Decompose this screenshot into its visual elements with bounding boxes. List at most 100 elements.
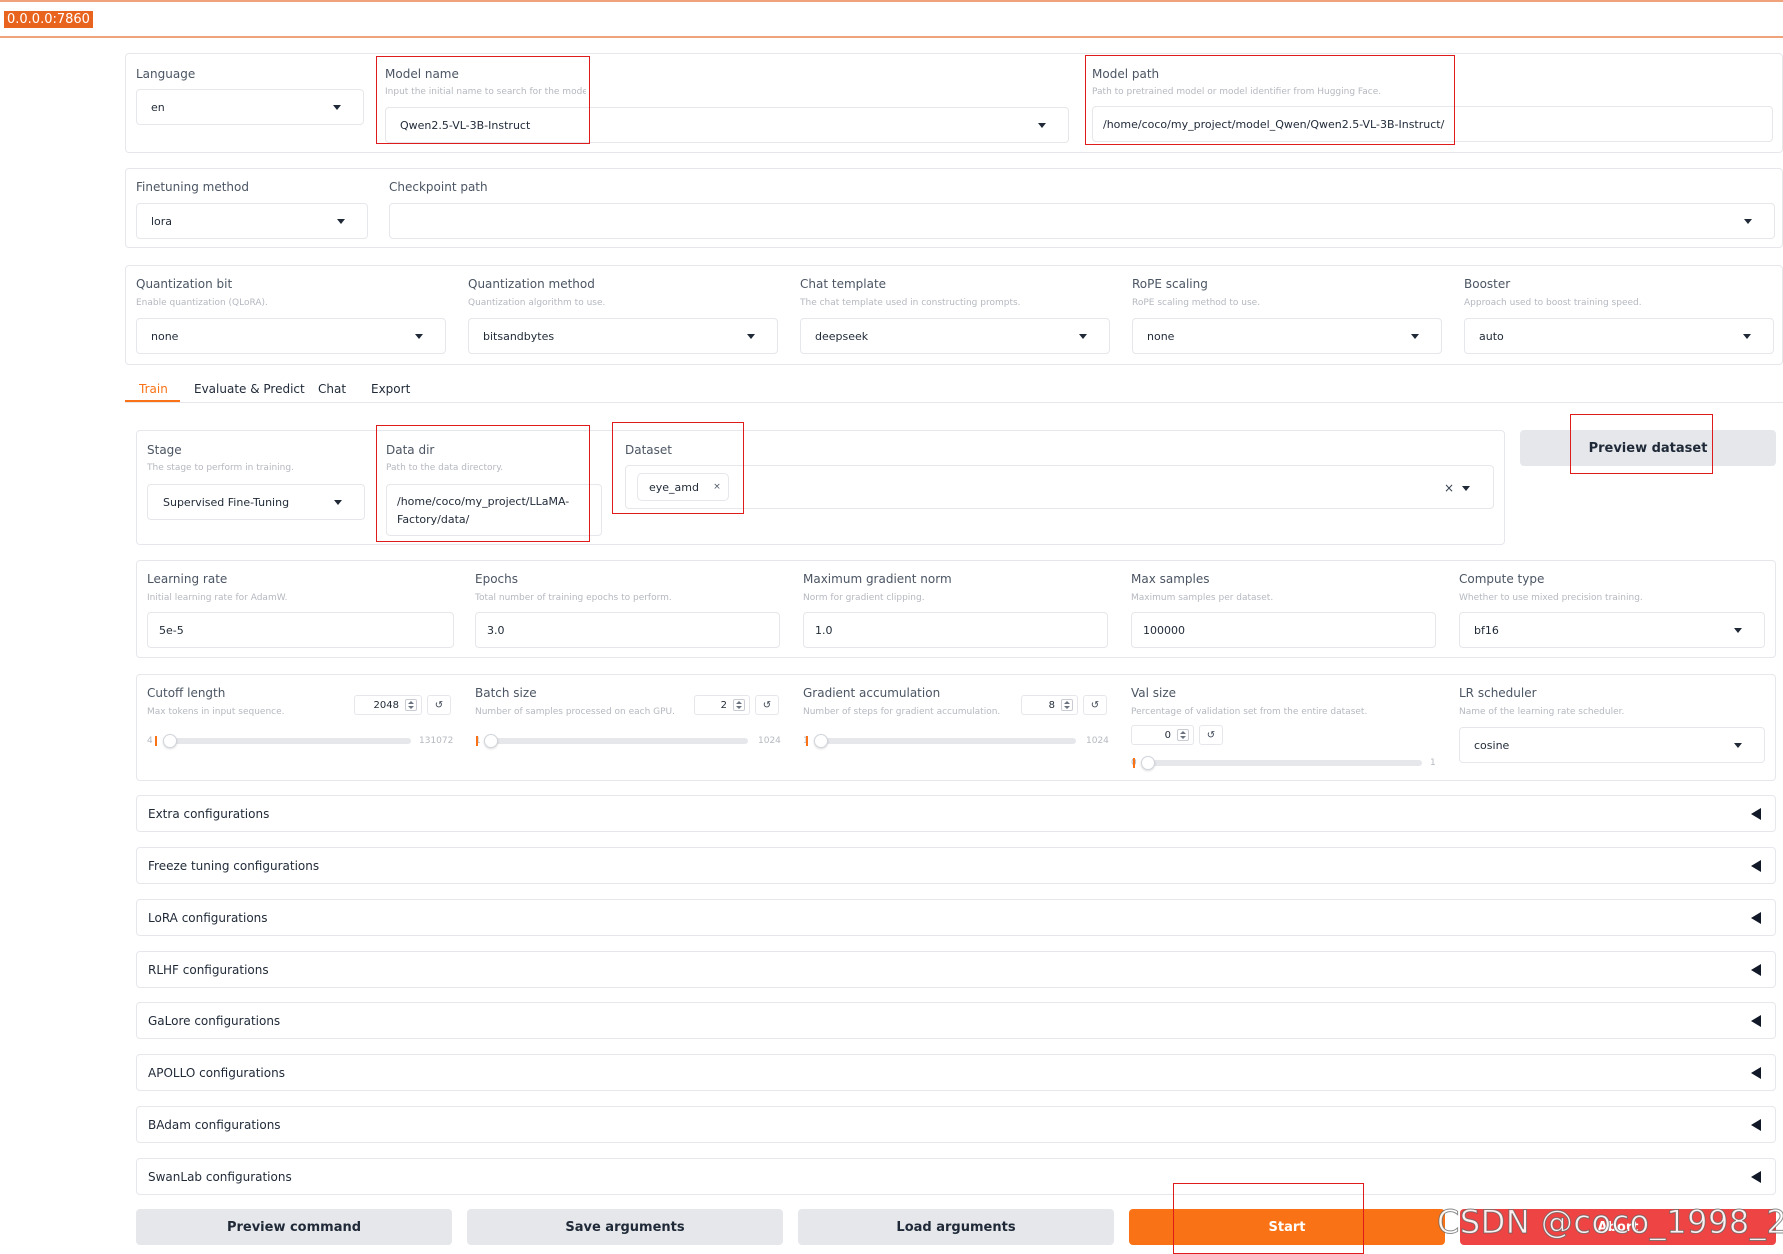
cutoff-length-reset-button[interactable]: ↺ <box>427 695 451 715</box>
accordion-title: BAdam configurations <box>148 1117 281 1132</box>
cutoff-length-number[interactable]: 2048 <box>354 695 422 715</box>
val-size-number[interactable]: 0 <box>1131 725 1194 745</box>
preview-command-button[interactable]: Preview command <box>136 1209 452 1245</box>
preview-dataset-button[interactable]: Preview dataset <box>1520 430 1776 466</box>
tab-divider <box>125 402 1783 403</box>
stage-value: Supervised Fine-Tuning <box>163 495 290 509</box>
compute-type-label: Compute type <box>1459 572 1545 586</box>
accordion-galore[interactable]: GaLore configurations <box>136 1002 1776 1039</box>
chevron-down-icon <box>1079 333 1087 339</box>
quantization-bit-dropdown[interactable]: none <box>136 318 446 354</box>
max-samples-label: Max samples <box>1131 572 1210 586</box>
checkpoint-path-dropdown[interactable] <box>389 203 1775 239</box>
lr-scheduler-label: LR scheduler <box>1459 686 1537 700</box>
slider-thumb[interactable] <box>813 734 828 748</box>
grad-accum-number[interactable]: 8 <box>1021 695 1078 715</box>
chevron-down-icon <box>337 218 345 224</box>
spinner-icon[interactable] <box>1177 729 1189 741</box>
val-size-label: Val size <box>1131 686 1177 700</box>
data-dir-input[interactable]: /home/coco/my_project/LLaMA- Factory/dat… <box>386 484 602 536</box>
csdn-watermark: CSDN @coco_1998_2 <box>1436 1203 1783 1242</box>
model-name-info: Input the initial name to search for the… <box>385 87 586 97</box>
model-name-dropdown[interactable]: Qwen2.5-VL-3B-Instruct <box>385 107 1069 143</box>
tab-chat[interactable]: Chat <box>318 382 346 396</box>
stage-dropdown[interactable]: Supervised Fine-Tuning <box>147 484 365 520</box>
accordion-freeze[interactable]: Freeze tuning configurations <box>136 847 1776 884</box>
quantization-method-label: Quantization method <box>468 277 595 291</box>
batch-size-number[interactable]: 2 <box>694 695 750 715</box>
slider-thumb[interactable] <box>1141 756 1155 770</box>
grad-accum-reset-button[interactable]: ↺ <box>1083 695 1107 715</box>
cutoff-length-max: 131072 <box>419 736 454 746</box>
quantization-method-dropdown[interactable]: bitsandbytes <box>468 318 778 354</box>
tab-train[interactable]: Train <box>139 382 168 396</box>
slider-thumb[interactable] <box>162 734 177 748</box>
slider-fill <box>805 736 808 746</box>
batch-size-slider[interactable] <box>476 734 748 748</box>
collapse-triangle-icon <box>1751 911 1761 924</box>
language-value: en <box>151 100 165 114</box>
learning-rate-label: Learning rate <box>147 572 228 586</box>
compute-type-dropdown[interactable]: bf16 <box>1459 612 1765 648</box>
accordion-title: RLHF configurations <box>148 962 269 977</box>
grad-accum-label: Gradient accumulation <box>803 686 941 700</box>
data-dir-line-1: /home/coco/my_project/LLaMA- <box>397 495 570 508</box>
booster-dropdown[interactable]: auto <box>1464 318 1774 354</box>
reset-icon: ↺ <box>1206 729 1216 741</box>
dataset-chip[interactable]: eye_amd × <box>637 473 729 501</box>
chat-template-dropdown[interactable]: deepseek <box>800 318 1110 354</box>
tab-evaluate-predict[interactable]: Evaluate & Predict <box>194 382 305 396</box>
accordion-title: APOLLO configurations <box>148 1065 285 1080</box>
accordion-apollo[interactable]: APOLLO configurations <box>136 1054 1776 1091</box>
accordion-lora[interactable]: LoRA configurations <box>136 899 1776 936</box>
cutoff-length-label: Cutoff length <box>147 686 226 700</box>
clear-selection-icon[interactable]: × <box>1441 480 1457 496</box>
accordion-extra[interactable]: Extra configurations <box>136 795 1776 832</box>
save-arguments-button[interactable]: Save arguments <box>467 1209 783 1245</box>
spinner-icon[interactable] <box>405 699 417 711</box>
url-text[interactable]: 0.0.0.0:7860 <box>4 11 93 28</box>
lr-scheduler-dropdown[interactable]: cosine <box>1459 727 1765 763</box>
booster-label: Booster <box>1464 277 1511 291</box>
learning-rate-input[interactable]: 5e-5 <box>147 612 454 648</box>
accordion-swanlab[interactable]: SwanLab configurations <box>136 1158 1776 1195</box>
grad-accum-slider[interactable] <box>805 734 1076 748</box>
collapse-triangle-icon <box>1751 807 1761 820</box>
batch-size-label: Batch size <box>475 686 537 700</box>
epochs-label: Epochs <box>475 572 518 586</box>
dataset-chip-label: eye_amd <box>649 480 699 494</box>
max-samples-input[interactable]: 100000 <box>1131 612 1436 648</box>
quantization-method-value: bitsandbytes <box>483 329 555 343</box>
tab-export[interactable]: Export <box>371 382 410 396</box>
reset-icon: ↺ <box>762 699 772 711</box>
accordion-badam[interactable]: BAdam configurations <box>136 1106 1776 1143</box>
remove-chip-icon[interactable]: × <box>711 481 723 493</box>
max-samples-value: 100000 <box>1143 623 1185 637</box>
val-size-reset-button[interactable]: ↺ <box>1199 725 1223 745</box>
model-path-input[interactable]: /home/coco/my_project/model_Qwen/Qwen2.5… <box>1092 106 1773 142</box>
batch-size-reset-button[interactable]: ↺ <box>755 695 779 715</box>
quantization-bit-info: Enable quantization (QLoRA). <box>136 298 268 308</box>
cutoff-length-info: Max tokens in input sequence. <box>147 707 285 717</box>
dataset-multiselect[interactable] <box>625 465 1494 509</box>
batch-size-max: 1024 <box>758 736 781 746</box>
start-button[interactable]: Start <box>1129 1209 1445 1245</box>
reset-icon: ↺ <box>1090 699 1100 711</box>
spinner-icon[interactable] <box>733 699 745 711</box>
val-size-slider[interactable] <box>1133 756 1422 770</box>
language-label: Language <box>136 67 196 81</box>
learning-rate-value: 5e-5 <box>159 623 184 637</box>
language-dropdown[interactable]: en <box>136 89 364 125</box>
model-path-info: Path to pretrained model or model identi… <box>1092 87 1382 97</box>
chat-template-info: The chat template used in constructing p… <box>800 298 1021 308</box>
epochs-input[interactable]: 3.0 <box>475 612 780 648</box>
finetuning-method-dropdown[interactable]: lora <box>136 203 368 239</box>
accordion-rlhf[interactable]: RLHF configurations <box>136 951 1776 988</box>
rope-scaling-dropdown[interactable]: none <box>1132 318 1442 354</box>
max-grad-norm-input[interactable]: 1.0 <box>803 612 1108 648</box>
cutoff-length-slider[interactable] <box>154 734 411 748</box>
chevron-down-icon[interactable] <box>1462 486 1470 491</box>
spinner-icon[interactable] <box>1061 699 1073 711</box>
load-arguments-button[interactable]: Load arguments <box>798 1209 1114 1245</box>
accordion-title: Freeze tuning configurations <box>148 858 320 873</box>
